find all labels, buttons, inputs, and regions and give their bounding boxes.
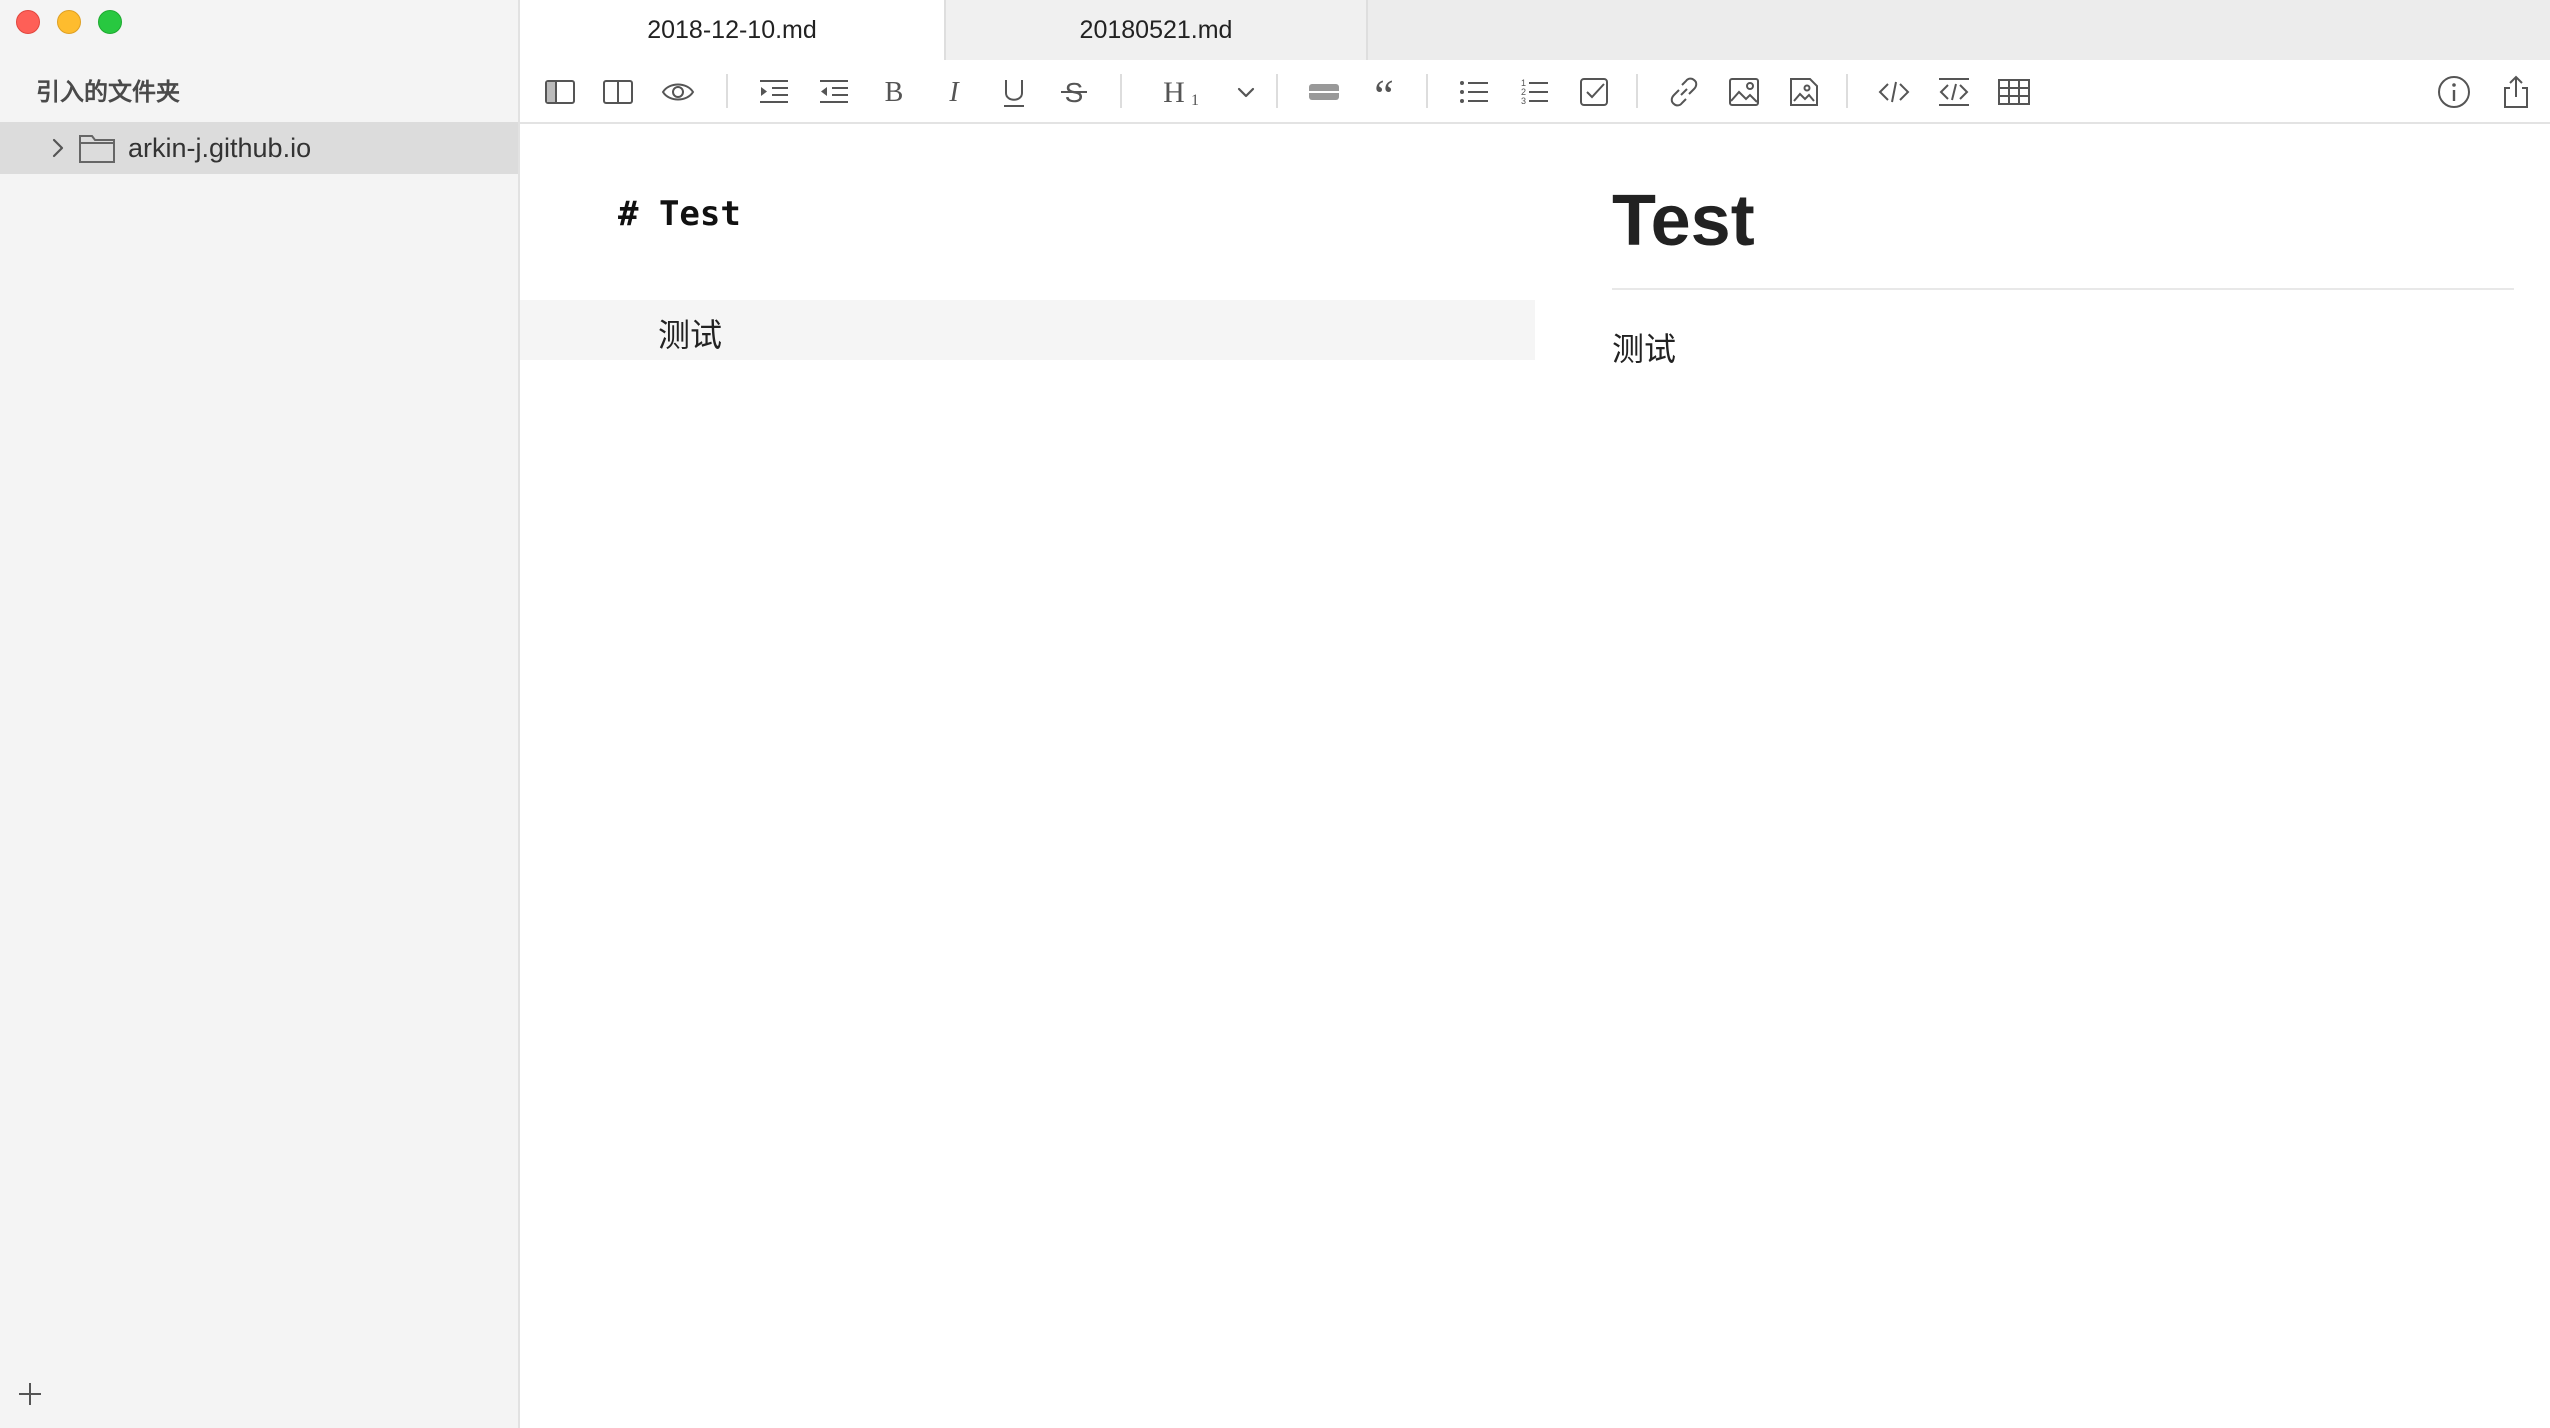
bold-icon[interactable]: B <box>876 74 912 110</box>
sidebar: 引入的文件夹 arkin-j.github.io <box>0 0 520 1428</box>
svg-text:“: “ <box>1374 74 1394 110</box>
tab-2018-12-10[interactable]: 2018-12-10.md <box>520 0 944 60</box>
preview-icon[interactable] <box>660 74 696 110</box>
minimize-window-button[interactable] <box>57 10 81 34</box>
italic-icon[interactable]: I <box>936 74 972 110</box>
toolbar-separator <box>1426 74 1428 108</box>
close-window-button[interactable] <box>16 10 40 34</box>
zoom-window-button[interactable] <box>98 10 122 34</box>
sidebar-title: 引入的文件夹 <box>36 79 180 106</box>
split-view-icon[interactable] <box>600 74 636 110</box>
main-area: 2018-12-10.md 20180521.md B I S H 1 “ 1 … <box>520 0 2550 1428</box>
outdent-icon[interactable] <box>816 74 852 110</box>
toolbar-separator <box>1276 74 1278 108</box>
app-window: 引入的文件夹 arkin-j.github.io 2018-12-10.md 2… <box>0 0 2550 1428</box>
indent-icon[interactable] <box>756 74 792 110</box>
svg-text:1: 1 <box>1191 92 1199 109</box>
toolbar-separator <box>1636 74 1638 108</box>
markdown-preview: Test 测试 <box>1590 124 2514 1428</box>
image-upload-icon[interactable] <box>1786 74 1822 110</box>
toolbar: B I S H1 “ 1 2 3 <box>520 60 2550 124</box>
numbered-list-icon[interactable]: 123 <box>1516 74 1552 110</box>
toolbar-separator <box>1846 74 1848 108</box>
code-block-icon[interactable] <box>1936 74 1972 110</box>
preview-paragraph: 测试 <box>1612 330 1677 368</box>
inline-code-icon[interactable] <box>1876 74 1912 110</box>
bulleted-list-icon[interactable] <box>1456 74 1492 110</box>
svg-text:H: H <box>1163 76 1185 109</box>
folder-icon <box>79 135 115 163</box>
sidebar-item-label: arkin-j.github.io <box>128 133 312 163</box>
heading-icon[interactable]: H1 <box>1154 74 1214 110</box>
svg-text:I: I <box>948 77 960 108</box>
chevron-right-icon[interactable] <box>44 134 72 162</box>
horizontal-rule-icon[interactable] <box>1306 74 1342 110</box>
task-list-icon[interactable] <box>1576 74 1612 110</box>
preview-heading: Test <box>1612 181 1755 261</box>
table-icon[interactable] <box>1996 74 2032 110</box>
heading-divider <box>1612 288 2514 290</box>
editor-heading-line[interactable]: # Test <box>618 194 1633 234</box>
window-controls <box>16 10 122 34</box>
image-icon[interactable] <box>1726 74 1762 110</box>
tab-bar: 2018-12-10.md 20180521.md <box>520 0 2550 60</box>
markdown-editor[interactable]: # Test 测试 <box>520 124 1535 1428</box>
svg-text:B: B <box>885 77 904 108</box>
strikethrough-icon[interactable]: S <box>1056 74 1092 110</box>
link-icon[interactable] <box>1666 74 1702 110</box>
toolbar-separator <box>1120 74 1122 108</box>
svg-text:3: 3 <box>1521 96 1526 106</box>
info-icon[interactable] <box>2436 74 2472 110</box>
quote-icon[interactable]: “ <box>1366 74 1402 110</box>
heading-dropdown-icon[interactable] <box>1228 74 1264 110</box>
toolbar-separator <box>726 74 728 108</box>
toggle-sidebar-icon[interactable] <box>542 74 578 110</box>
underline-icon[interactable] <box>996 74 1032 110</box>
share-icon[interactable] <box>2498 74 2534 110</box>
editor-current-line[interactable]: 测试 <box>520 300 1535 360</box>
sidebar-item-folder[interactable]: arkin-j.github.io <box>0 122 518 174</box>
tab-20180521[interactable]: 20180521.md <box>944 0 1368 60</box>
editor-text-line[interactable]: 测试 <box>658 310 722 356</box>
plus-icon[interactable] <box>16 1380 44 1408</box>
